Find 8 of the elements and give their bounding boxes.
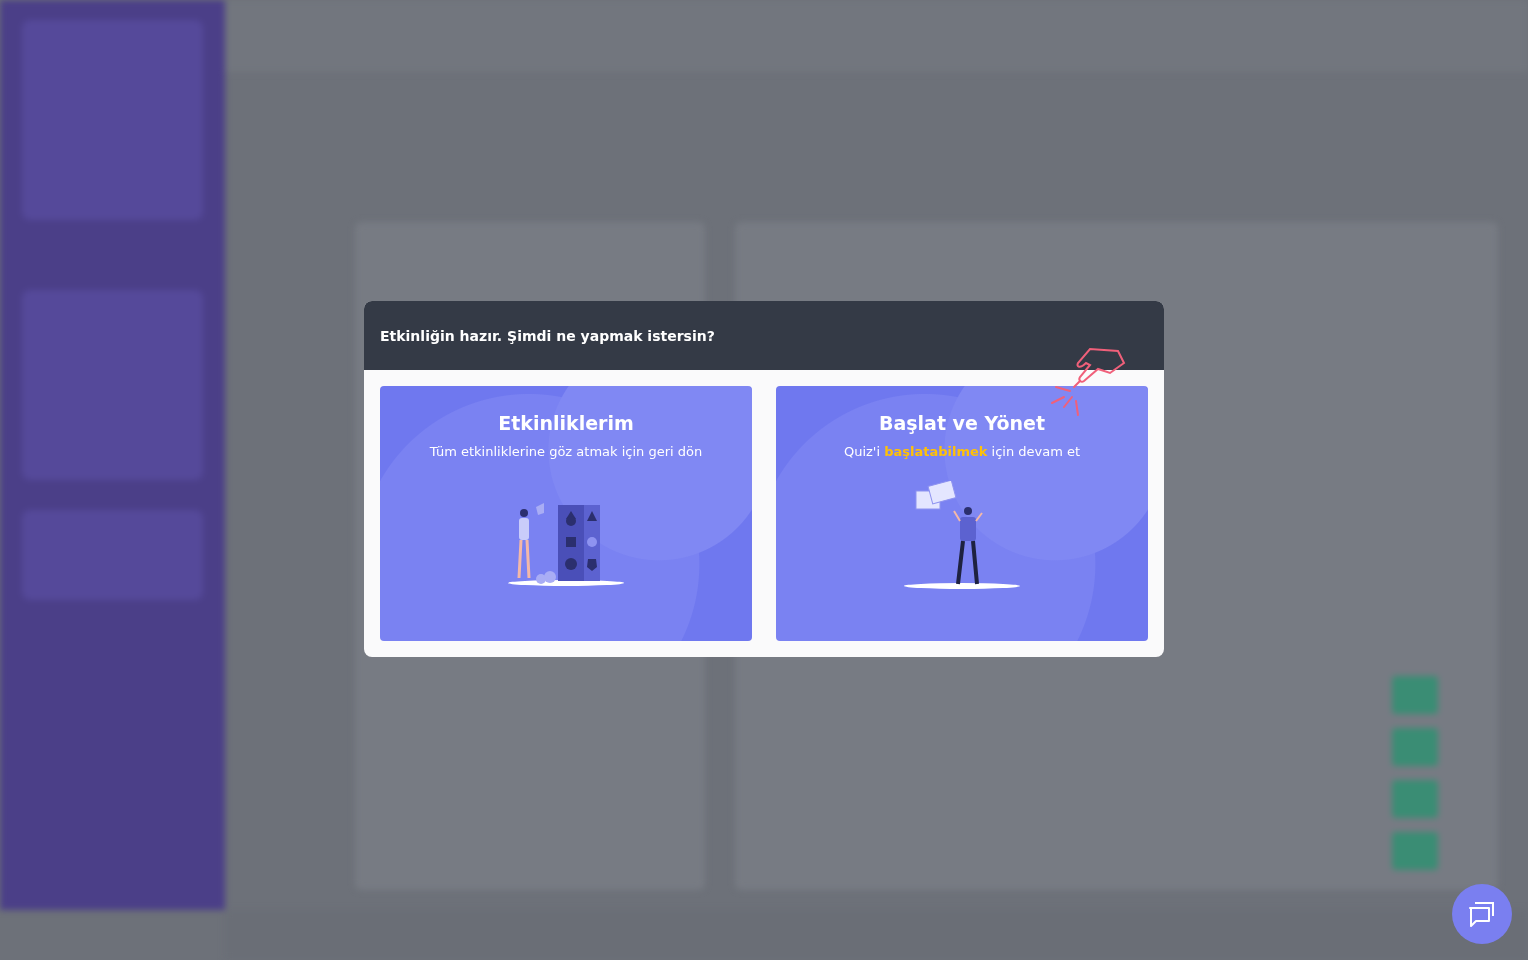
card-subtitle: Tüm etkinliklerine göz atmak için geri dön <box>429 444 703 459</box>
start-card[interactable]: Başlat ve Yönet Quiz'i başlatabilmek için devam et <box>776 386 1148 641</box>
chat-icon <box>1467 900 1497 928</box>
activities-card[interactable]: Etkinliklerim Tüm etkinliklerine göz atmak için geri dön <box>380 386 752 641</box>
card-subtitle: Quiz'i başlatabilmek için devam et <box>843 444 1081 459</box>
card-title: Başlat ve Yönet <box>878 412 1046 434</box>
dialog-title: Etkinliğin hazır. Şimdi ne yapmak istersin? <box>380 327 715 344</box>
card-title: Etkinliklerim <box>498 412 634 434</box>
